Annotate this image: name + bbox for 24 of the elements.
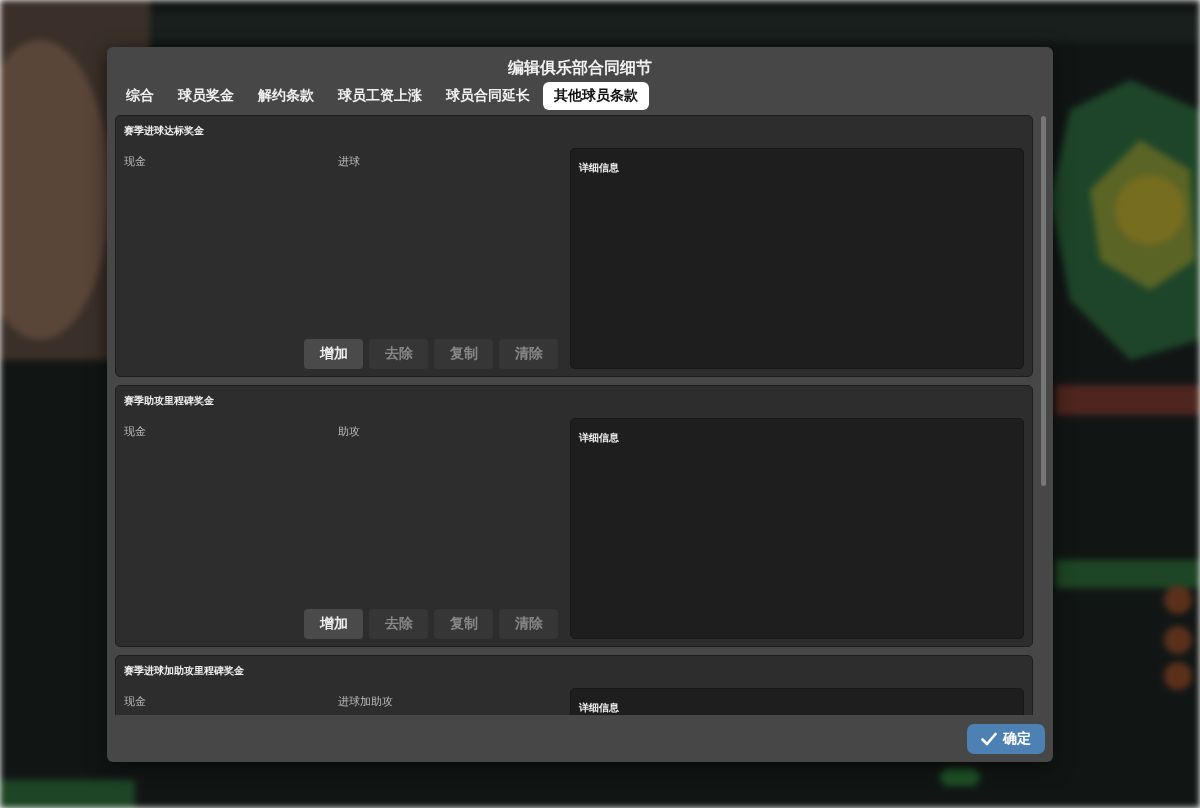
column-header: 现金	[124, 154, 147, 169]
section-title: 赛季进球达标奖金	[124, 124, 205, 138]
scrollbar[interactable]	[1041, 116, 1046, 486]
tab[interactable]: 其他球员条款	[543, 82, 649, 110]
details-label: 详细信息	[579, 432, 619, 443]
column-header: 现金	[124, 694, 147, 709]
action-button[interactable]: 增加	[304, 609, 363, 639]
section-title: 赛季助攻里程碑奖金	[124, 394, 215, 408]
dialog-title: 编辑俱乐部合同细节	[508, 57, 652, 79]
column-header: 现金	[124, 424, 147, 439]
tab[interactable]: 综合	[115, 82, 165, 110]
column-header: 助攻	[338, 424, 361, 439]
details-label: 详细信息	[579, 702, 619, 713]
tab[interactable]: 球员合同延长	[435, 82, 541, 110]
section-title: 赛季进球加助攻里程碑奖金	[124, 664, 245, 678]
column-header: 进球	[338, 154, 361, 169]
action-button[interactable]: 增加	[304, 339, 363, 369]
confirm-button[interactable]: 确定	[967, 723, 1045, 754]
column-header: 进球加助攻	[338, 694, 394, 709]
tab[interactable]: 球员奖金	[167, 82, 245, 110]
tab[interactable]: 球员工资上涨	[327, 82, 433, 110]
checkmark-icon	[981, 731, 997, 746]
tab[interactable]: 解约条款	[247, 82, 325, 110]
details-label: 详细信息	[579, 162, 619, 173]
